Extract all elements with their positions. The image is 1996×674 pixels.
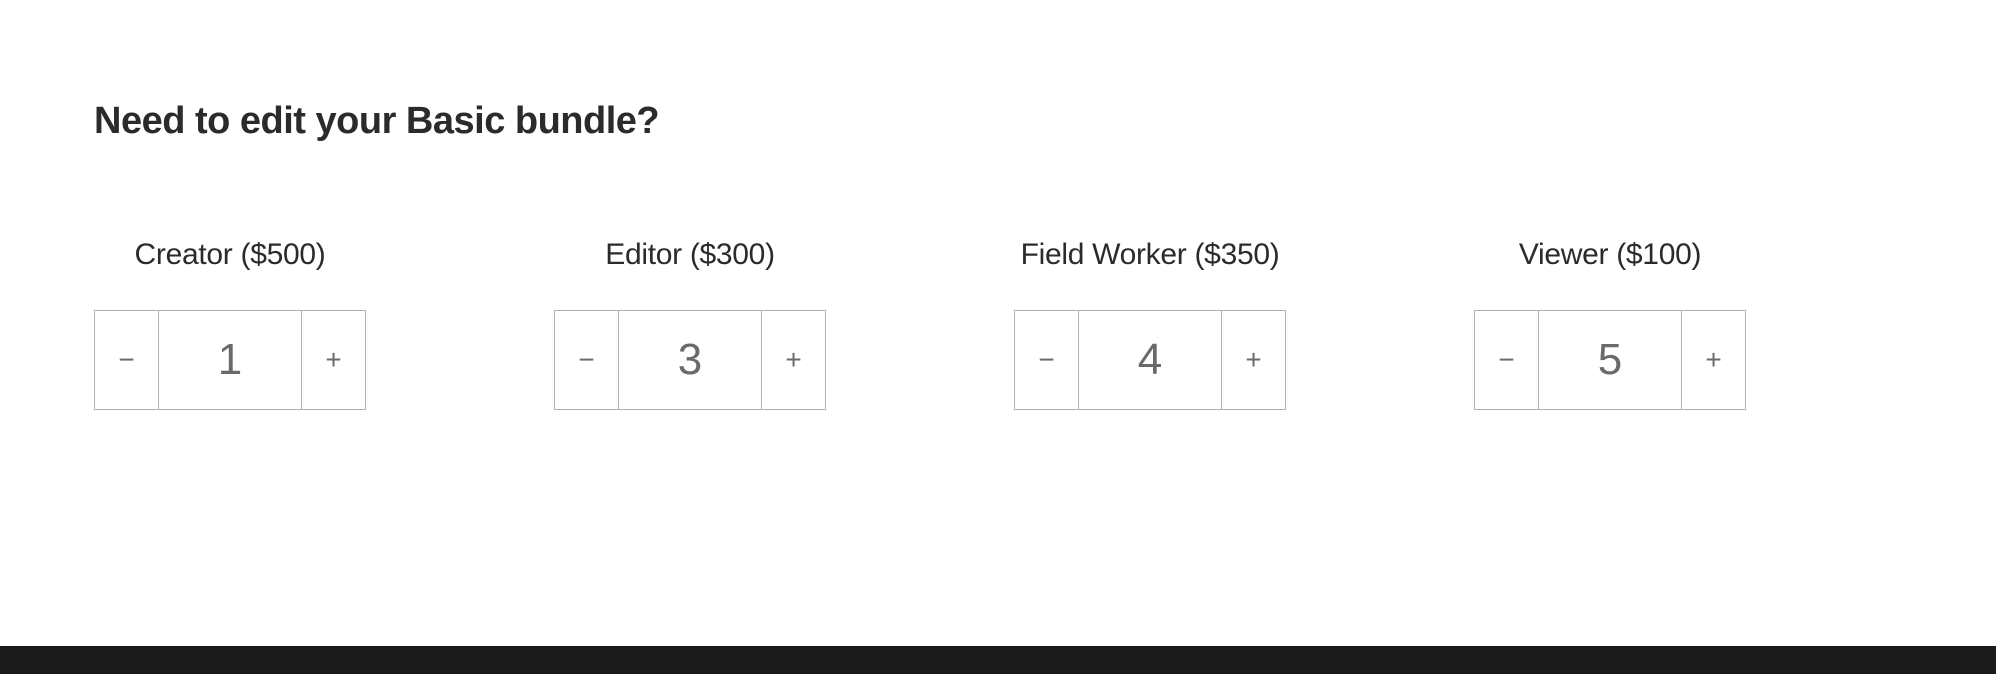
stepper-group-creator: Creator ($500) − 1 + — [94, 238, 366, 410]
quantity-stepper-creator: − 1 + — [94, 310, 366, 410]
stepper-group-viewer: Viewer ($100) − 5 + — [1474, 238, 1746, 410]
quantity-stepper-field-worker: − 4 + — [1014, 310, 1286, 410]
stepper-label-field-worker: Field Worker ($350) — [1021, 238, 1280, 272]
stepper-value-creator: 1 — [159, 311, 301, 409]
stepper-label-viewer: Viewer ($100) — [1519, 238, 1701, 272]
stepper-label-creator: Creator ($500) — [135, 238, 326, 272]
increment-button-creator[interactable]: + — [301, 311, 365, 409]
quantity-stepper-viewer: − 5 + — [1474, 310, 1746, 410]
stepper-value-editor: 3 — [619, 311, 761, 409]
decrement-button-field-worker[interactable]: − — [1015, 311, 1079, 409]
increment-button-editor[interactable]: + — [761, 311, 825, 409]
decrement-button-creator[interactable]: − — [95, 311, 159, 409]
stepper-value-field-worker: 4 — [1079, 311, 1221, 409]
decrement-button-editor[interactable]: − — [555, 311, 619, 409]
increment-button-field-worker[interactable]: + — [1221, 311, 1285, 409]
stepper-label-editor: Editor ($300) — [605, 238, 775, 272]
increment-button-viewer[interactable]: + — [1681, 311, 1745, 409]
steppers-row: Creator ($500) − 1 + Editor ($300) − 3 +… — [94, 238, 1904, 410]
page-title: Need to edit your Basic bundle? — [94, 100, 659, 143]
decrement-button-viewer[interactable]: − — [1475, 311, 1539, 409]
footer-bar — [0, 646, 1996, 674]
stepper-value-viewer: 5 — [1539, 311, 1681, 409]
quantity-stepper-editor: − 3 + — [554, 310, 826, 410]
stepper-group-field-worker: Field Worker ($350) − 4 + — [1014, 238, 1286, 410]
stepper-group-editor: Editor ($300) − 3 + — [554, 238, 826, 410]
